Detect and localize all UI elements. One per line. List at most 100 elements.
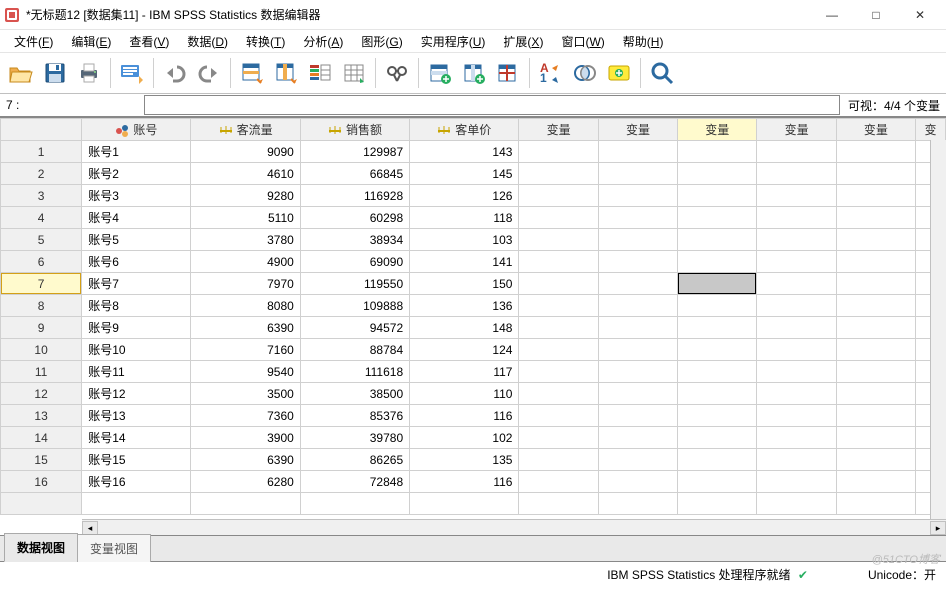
row-header[interactable]: 3 — [1, 185, 82, 207]
column-header[interactable]: 销售额 — [300, 119, 409, 141]
column-header[interactable]: 客单价 — [410, 119, 519, 141]
empty-cell[interactable] — [678, 185, 757, 207]
column-header-empty[interactable]: 变量 — [598, 119, 677, 141]
empty-cell[interactable] — [598, 405, 677, 427]
empty-cell[interactable] — [598, 361, 677, 383]
empty-cell[interactable] — [678, 383, 757, 405]
insert-cases-button[interactable] — [423, 56, 457, 90]
data-cell[interactable]: 109888 — [300, 295, 409, 317]
data-cell[interactable]: 账号3 — [82, 185, 191, 207]
empty-cell[interactable] — [757, 383, 836, 405]
cell-value-input[interactable] — [144, 95, 840, 115]
empty-cell[interactable] — [678, 427, 757, 449]
empty-cell[interactable] — [519, 317, 598, 339]
data-cell[interactable]: 86265 — [300, 449, 409, 471]
empty-cell[interactable] — [678, 295, 757, 317]
data-cell[interactable]: 118 — [410, 207, 519, 229]
menu-item[interactable]: 编辑(E) — [63, 31, 119, 52]
search-button[interactable] — [645, 56, 679, 90]
empty-cell[interactable] — [519, 229, 598, 251]
data-cell[interactable]: 6390 — [191, 449, 300, 471]
empty-cell[interactable] — [598, 207, 677, 229]
data-cell[interactable]: 3500 — [191, 383, 300, 405]
row-header[interactable] — [1, 493, 82, 515]
data-cell[interactable]: 38500 — [300, 383, 409, 405]
find-button[interactable] — [380, 56, 414, 90]
empty-cell[interactable] — [598, 471, 677, 493]
empty-cell[interactable] — [519, 449, 598, 471]
empty-cell[interactable] — [519, 185, 598, 207]
data-cell[interactable]: 账号2 — [82, 163, 191, 185]
scroll-right-button[interactable]: ▸ — [930, 521, 946, 535]
empty-cell[interactable] — [836, 229, 915, 251]
column-header-empty[interactable]: 变量 — [836, 119, 915, 141]
empty-cell[interactable] — [519, 295, 598, 317]
empty-cell[interactable] — [678, 317, 757, 339]
row-header[interactable]: 12 — [1, 383, 82, 405]
data-cell[interactable]: 账号16 — [82, 471, 191, 493]
data-cell[interactable]: 88784 — [300, 339, 409, 361]
data-cell[interactable]: 66845 — [300, 163, 409, 185]
open-button[interactable] — [4, 56, 38, 90]
data-cell[interactable]: 5110 — [191, 207, 300, 229]
data-cell[interactable]: 150 — [410, 273, 519, 295]
value-labels-button[interactable] — [602, 56, 636, 90]
empty-cell[interactable] — [757, 471, 836, 493]
empty-cell[interactable] — [598, 273, 677, 295]
empty-cell[interactable] — [836, 185, 915, 207]
empty-cell[interactable] — [836, 339, 915, 361]
data-cell[interactable]: 116 — [410, 471, 519, 493]
empty-cell[interactable] — [598, 141, 677, 163]
empty-cell[interactable] — [519, 273, 598, 295]
data-cell[interactable]: 账号5 — [82, 229, 191, 251]
empty-cell[interactable] — [598, 185, 677, 207]
data-cell[interactable]: 账号12 — [82, 383, 191, 405]
row-header[interactable]: 9 — [1, 317, 82, 339]
data-cell[interactable]: 39780 — [300, 427, 409, 449]
empty-cell[interactable] — [519, 163, 598, 185]
window-maximize-button[interactable]: □ — [854, 1, 898, 29]
menu-item[interactable]: 查看(V) — [121, 31, 177, 52]
empty-cell[interactable] — [678, 471, 757, 493]
insert-variable-button[interactable] — [457, 56, 491, 90]
data-cell[interactable]: 4900 — [191, 251, 300, 273]
empty-cell[interactable] — [678, 339, 757, 361]
empty-cell[interactable] — [519, 141, 598, 163]
vertical-scrollbar[interactable] — [930, 140, 946, 519]
empty-cell[interactable] — [598, 383, 677, 405]
empty-cell[interactable] — [410, 493, 519, 515]
empty-cell[interactable] — [191, 493, 300, 515]
goto-case-button[interactable] — [235, 56, 269, 90]
data-cell[interactable]: 7970 — [191, 273, 300, 295]
save-button[interactable] — [38, 56, 72, 90]
tab-variable-view[interactable]: 变量视图 — [77, 534, 151, 562]
empty-cell[interactable] — [678, 361, 757, 383]
data-cell[interactable]: 4610 — [191, 163, 300, 185]
data-cell[interactable]: 账号4 — [82, 207, 191, 229]
empty-cell[interactable] — [836, 273, 915, 295]
empty-cell[interactable] — [757, 163, 836, 185]
data-cell[interactable]: 136 — [410, 295, 519, 317]
empty-cell[interactable] — [678, 493, 757, 515]
data-cell[interactable]: 143 — [410, 141, 519, 163]
data-cell[interactable]: 账号10 — [82, 339, 191, 361]
data-cell[interactable]: 账号6 — [82, 251, 191, 273]
data-cell[interactable]: 111618 — [300, 361, 409, 383]
data-cell[interactable]: 6280 — [191, 471, 300, 493]
weight-cases-button[interactable]: A1 — [534, 56, 568, 90]
data-cell[interactable]: 129987 — [300, 141, 409, 163]
corner-cell[interactable] — [1, 119, 82, 141]
data-cell[interactable]: 账号1 — [82, 141, 191, 163]
data-cell[interactable]: 116 — [410, 405, 519, 427]
empty-cell[interactable] — [836, 493, 915, 515]
empty-cell[interactable] — [678, 449, 757, 471]
data-cell[interactable]: 72848 — [300, 471, 409, 493]
data-cell[interactable]: 9280 — [191, 185, 300, 207]
recall-dialog-button[interactable] — [115, 56, 149, 90]
data-cell[interactable]: 账号15 — [82, 449, 191, 471]
empty-cell[interactable] — [836, 405, 915, 427]
data-cell[interactable]: 141 — [410, 251, 519, 273]
empty-cell[interactable] — [678, 251, 757, 273]
column-header[interactable]: 账号 — [82, 119, 191, 141]
goto-variable-button[interactable] — [269, 56, 303, 90]
